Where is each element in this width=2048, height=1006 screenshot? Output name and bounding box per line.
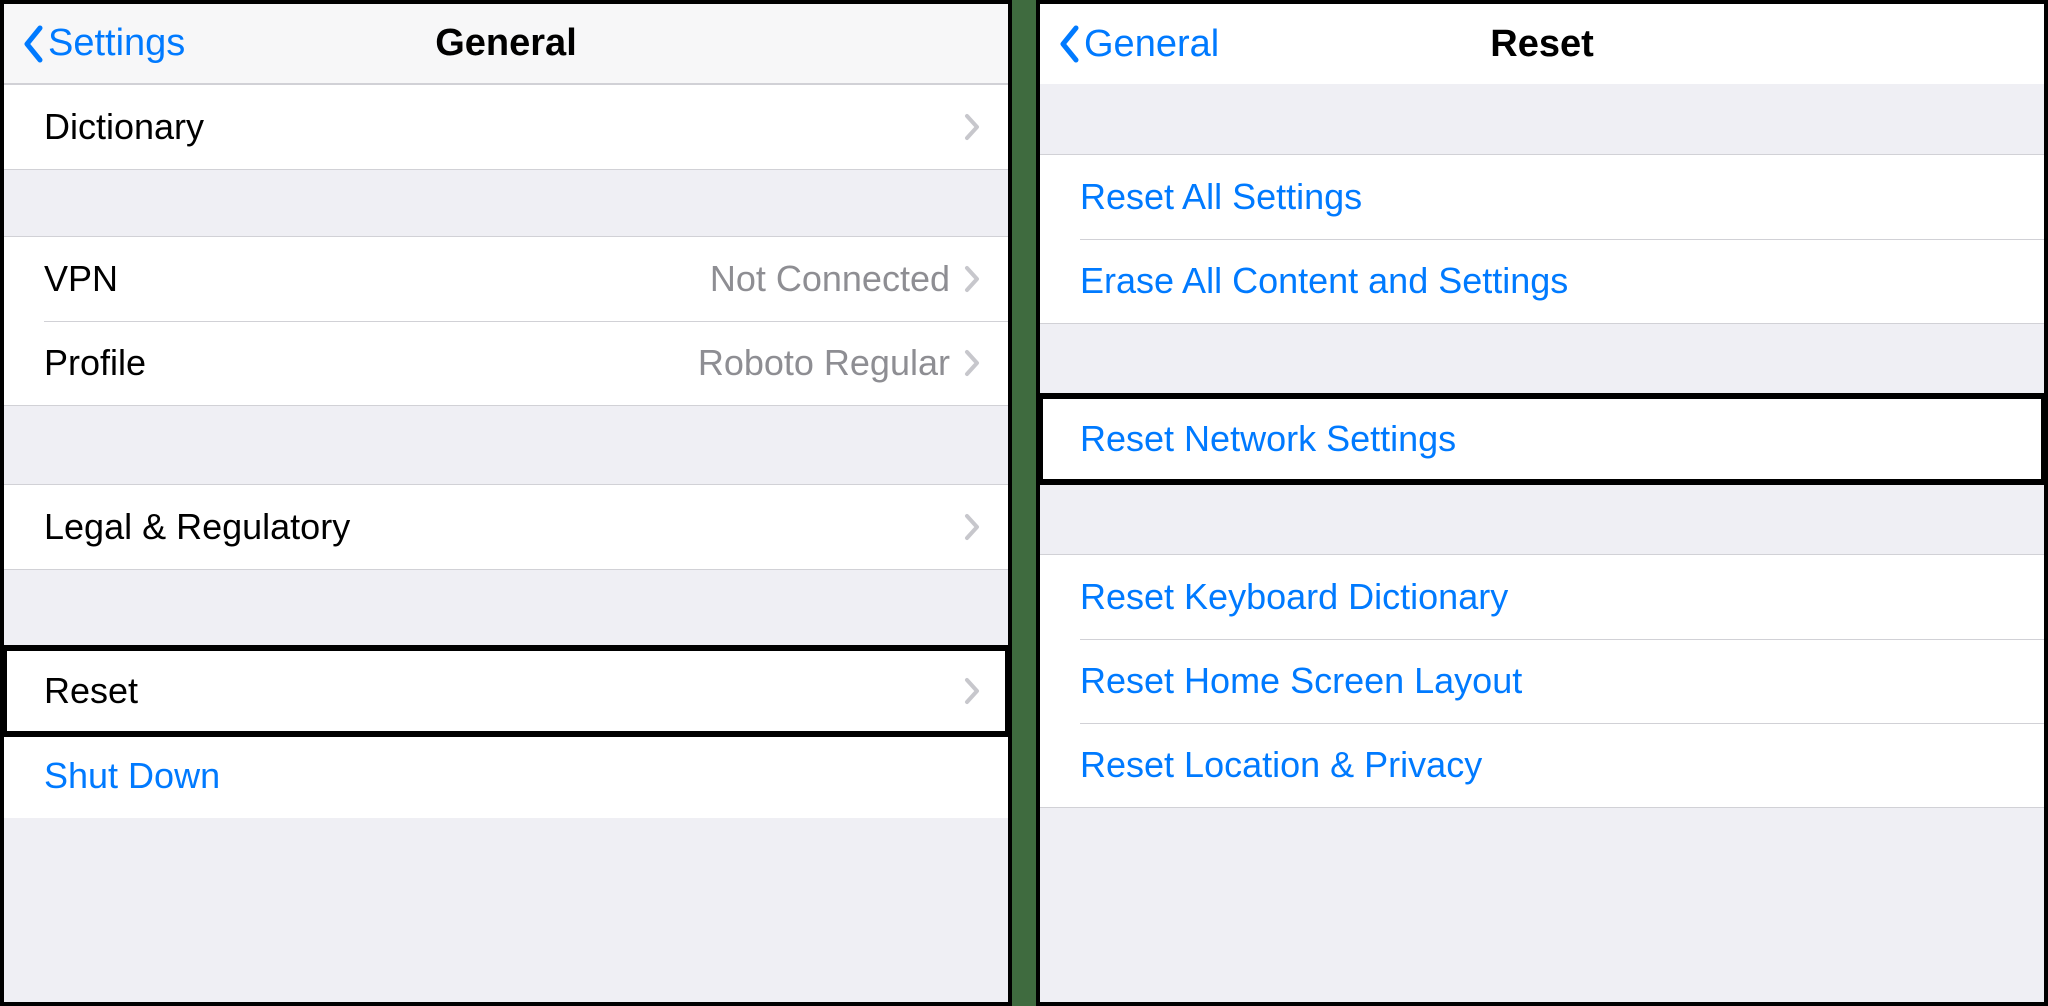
- back-label: Settings: [48, 22, 185, 65]
- row-label: Reset Network Settings: [1080, 418, 2016, 460]
- row-reset-home[interactable]: Reset Home Screen Layout: [1040, 639, 2044, 723]
- group-reset-highlighted: Reset: [4, 648, 1008, 734]
- row-label: Reset: [44, 670, 964, 712]
- row-label: Dictionary: [44, 106, 964, 148]
- chevron-right-icon: [964, 513, 980, 541]
- section-gap: [4, 570, 1008, 648]
- row-label: Profile: [44, 342, 698, 384]
- row-label: Erase All Content and Settings: [1080, 260, 2016, 302]
- row-reset[interactable]: Reset: [4, 649, 1008, 733]
- row-label: Legal & Regulatory: [44, 506, 964, 548]
- back-label: General: [1084, 23, 1219, 66]
- chevron-left-icon: [1058, 25, 1080, 63]
- group-legal: Legal & Regulatory: [4, 484, 1008, 570]
- section-gap: [4, 406, 1008, 484]
- row-label: Reset All Settings: [1080, 176, 2016, 218]
- navbar-reset: General Reset: [1040, 4, 2044, 84]
- row-legal[interactable]: Legal & Regulatory: [4, 485, 1008, 569]
- group-dictionary: Dictionary: [4, 84, 1008, 170]
- navbar-general: Settings General: [4, 4, 1008, 84]
- group-shutdown: Shut Down: [4, 734, 1008, 818]
- chevron-right-icon: [964, 113, 980, 141]
- row-label: Reset Home Screen Layout: [1080, 660, 2016, 702]
- row-dictionary[interactable]: Dictionary: [4, 85, 1008, 169]
- group-reset-network-highlighted: Reset Network Settings: [1040, 396, 2044, 482]
- row-reset-network[interactable]: Reset Network Settings: [1040, 397, 2044, 481]
- row-label: Reset Location & Privacy: [1080, 744, 2016, 786]
- group-reset-main: Reset All Settings Erase All Content and…: [1040, 154, 2044, 324]
- chevron-right-icon: [964, 349, 980, 377]
- section-gap: [1040, 324, 2044, 396]
- group-vpn-profile: VPN Not Connected Profile Roboto Regular: [4, 236, 1008, 406]
- section-gap: [1040, 84, 2044, 154]
- row-reset-all-settings[interactable]: Reset All Settings: [1040, 155, 2044, 239]
- back-button-general[interactable]: General: [1058, 23, 1219, 66]
- row-label: VPN: [44, 258, 710, 300]
- screen-reset: General Reset Reset All Settings Erase A…: [1036, 0, 2048, 1006]
- screen-general: Settings General Dictionary VPN Not Conn…: [0, 0, 1012, 1006]
- row-value: Roboto Regular: [698, 342, 950, 384]
- section-gap: [1040, 482, 2044, 554]
- chevron-left-icon: [22, 25, 44, 63]
- row-label: Reset Keyboard Dictionary: [1080, 576, 2016, 618]
- row-value: Not Connected: [710, 258, 950, 300]
- row-reset-location[interactable]: Reset Location & Privacy: [1040, 723, 2044, 807]
- section-gap: [4, 170, 1008, 236]
- row-reset-keyboard[interactable]: Reset Keyboard Dictionary: [1040, 555, 2044, 639]
- row-profile[interactable]: Profile Roboto Regular: [4, 321, 1008, 405]
- back-button-settings[interactable]: Settings: [22, 22, 185, 65]
- row-shutdown[interactable]: Shut Down: [4, 734, 1008, 818]
- row-erase-all[interactable]: Erase All Content and Settings: [1040, 239, 2044, 323]
- row-label: Shut Down: [44, 755, 980, 797]
- chevron-right-icon: [964, 265, 980, 293]
- group-reset-others: Reset Keyboard Dictionary Reset Home Scr…: [1040, 554, 2044, 808]
- chevron-right-icon: [964, 677, 980, 705]
- row-vpn[interactable]: VPN Not Connected: [4, 237, 1008, 321]
